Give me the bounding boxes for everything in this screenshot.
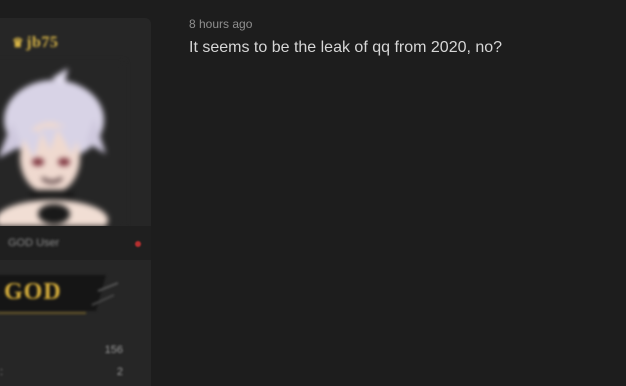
stat-label: : bbox=[0, 366, 4, 378]
username-link[interactable]: ♛ jb75 bbox=[12, 34, 58, 52]
post-timestamp[interactable]: 8 hours ago bbox=[189, 17, 252, 31]
post-message: It seems to be the leak of qq from 2020,… bbox=[189, 39, 503, 56]
rank-bar: GOD User bbox=[0, 226, 151, 260]
user-profile-card: ♛ jb75 GOD User GOD 156 2: bbox=[0, 18, 151, 386]
avatar-image bbox=[0, 62, 124, 240]
crown-icon: ♛ bbox=[12, 35, 25, 50]
online-status-dot bbox=[135, 241, 141, 247]
rank-label: GOD User bbox=[8, 237, 60, 249]
stat-value-posts: 156 bbox=[104, 344, 123, 356]
avatar[interactable] bbox=[0, 62, 124, 240]
rank-badge: GOD bbox=[0, 271, 122, 315]
badge-text: GOD bbox=[4, 279, 62, 305]
username-text: jb75 bbox=[26, 34, 59, 51]
stat-value-threads: 2 bbox=[116, 366, 123, 378]
